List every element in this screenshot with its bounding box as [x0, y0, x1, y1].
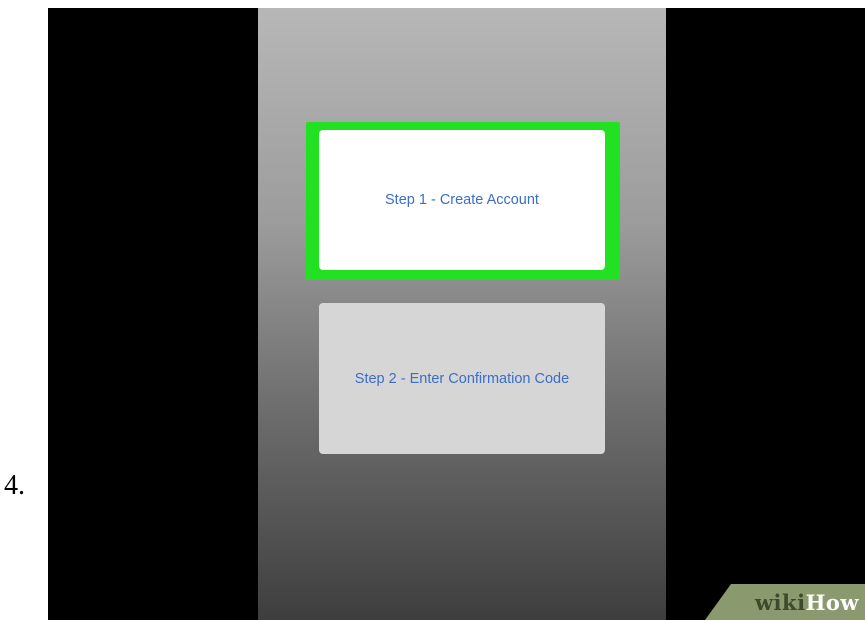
page: 4. Step 1 - Create Account Step 2 - Ente… — [0, 0, 865, 620]
watermark-wiki: wiki — [754, 589, 806, 615]
wikihow-watermark: wikiHow — [705, 584, 865, 620]
phone-screen: Step 1 - Create Account Step 2 - Enter C… — [258, 8, 666, 620]
watermark-how: How — [805, 589, 859, 615]
step-number: 4. — [4, 470, 25, 501]
confirmation-code-label: Step 2 - Enter Confirmation Code — [354, 370, 570, 387]
screenshot-frame: Step 1 - Create Account Step 2 - Enter C… — [48, 8, 865, 620]
enter-confirmation-code-button[interactable]: Step 2 - Enter Confirmation Code — [319, 303, 605, 454]
create-account-button[interactable]: Step 1 - Create Account — [319, 130, 605, 270]
create-account-label: Step 1 - Create Account — [385, 192, 539, 208]
